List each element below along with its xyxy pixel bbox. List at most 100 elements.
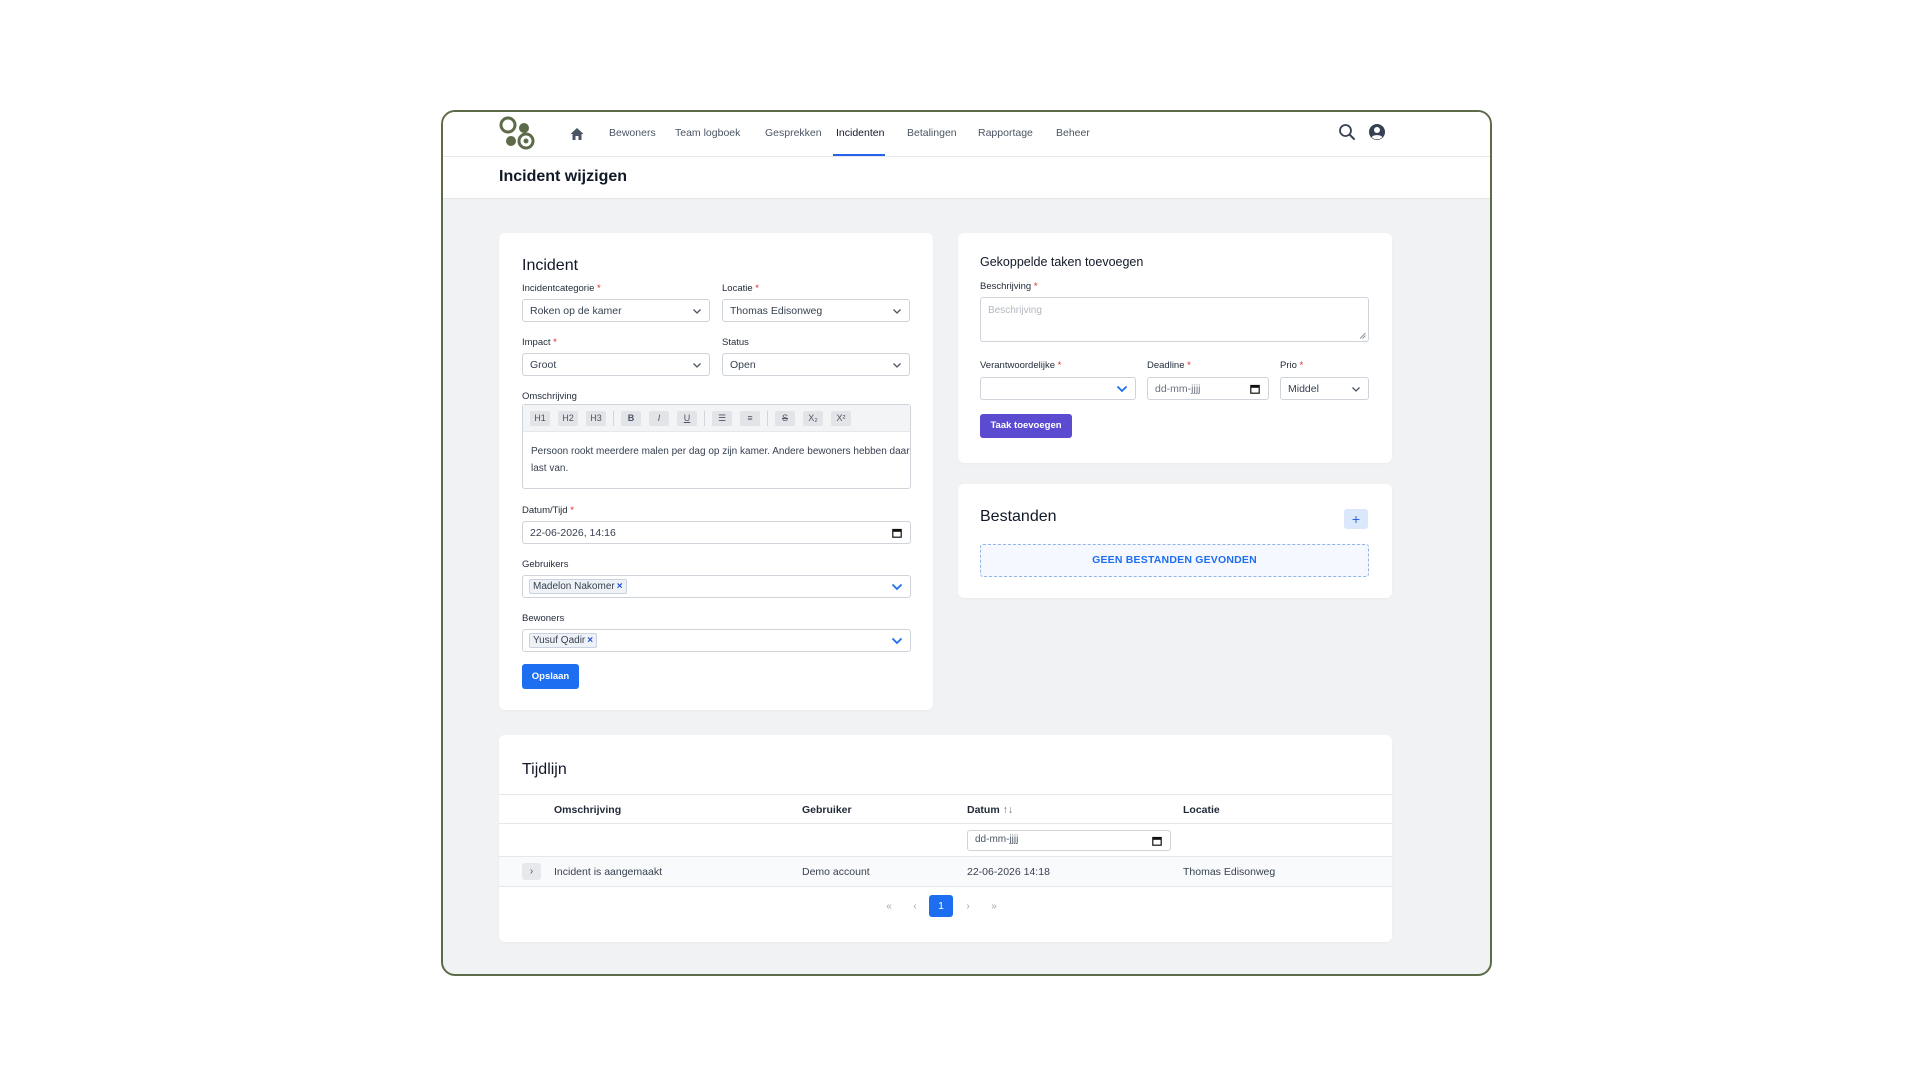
underline-button[interactable]: U (677, 411, 697, 426)
italic-button[interactable]: I (649, 411, 669, 426)
next-page-button[interactable]: › (959, 901, 977, 912)
home-icon[interactable] (569, 126, 585, 142)
row-location: Thomas Edisonweg (1183, 866, 1276, 878)
table-divider (499, 794, 1392, 795)
status-select[interactable]: Open (722, 353, 910, 376)
top-navbar: Bewoners Team logboek Gesprekken Inciden… (443, 112, 1490, 157)
date-filter-input[interactable]: dd-mm-jjjj (967, 830, 1171, 851)
active-tab-indicator (833, 154, 885, 156)
nav-gesprekken[interactable]: Gesprekken (765, 127, 822, 139)
prio-label: Prio * (1280, 360, 1304, 371)
prev-page-button[interactable]: ‹ (906, 901, 924, 912)
status-label: Status (722, 337, 749, 348)
nav-rapportage[interactable]: Rapportage (978, 127, 1033, 139)
app-window: Bewoners Team logboek Gesprekken Inciden… (441, 110, 1492, 976)
users-multiselect[interactable]: Madelon Nakomer × (522, 575, 911, 598)
heading2-button[interactable]: H2 (558, 411, 578, 426)
responsible-select[interactable] (980, 377, 1136, 400)
nav-incidenten[interactable]: Incidenten (836, 127, 884, 139)
calendar-icon[interactable] (1152, 836, 1162, 846)
column-header-user[interactable]: Gebruiker (802, 804, 852, 816)
column-header-date[interactable]: Datum ↑↓ (967, 804, 1013, 816)
description-text[interactable]: Persoon rookt meerdere malen per dag op … (531, 443, 911, 477)
deadline-input[interactable]: dd-mm-jjjj (1147, 377, 1269, 400)
linked-tasks-card: Gekoppelde taken toevoegen Beschrijving … (958, 233, 1392, 463)
impact-label: Impact * (522, 337, 557, 348)
add-task-button[interactable]: Taak toevoegen (980, 414, 1072, 438)
expand-row-button[interactable]: › (522, 863, 541, 880)
resize-handle-icon[interactable] (1359, 332, 1366, 339)
location-label: Locatie * (722, 283, 759, 294)
bold-button[interactable]: B (621, 411, 641, 426)
column-header-description[interactable]: Omschrijving (554, 804, 621, 816)
sort-icon[interactable]: ↑↓ (1003, 804, 1014, 816)
save-button[interactable]: Opslaan (522, 664, 579, 689)
users-label: Gebruikers (522, 559, 569, 570)
search-icon[interactable] (1338, 123, 1356, 141)
logo-icon[interactable] (497, 115, 537, 151)
editor-toolbar: H1 H2 H3 B I U ☰ ≡ S X₂ X² (523, 405, 910, 432)
superscript-button[interactable]: X² (831, 411, 851, 426)
nav-bewoners[interactable]: Bewoners (609, 127, 656, 139)
deadline-label: Deadline * (1147, 360, 1191, 371)
bullet-list-button[interactable]: ☰ (712, 411, 732, 426)
chevron-down-icon (893, 363, 901, 368)
residents-multiselect[interactable]: Yusuf Qadir × (522, 629, 911, 652)
page-title: Incident wijzigen (499, 168, 628, 185)
timeline-title: Tijdlijn (522, 761, 567, 778)
nav-beheer[interactable]: Beheer (1056, 127, 1090, 139)
nav-team-logboek[interactable]: Team logboek (675, 127, 740, 139)
category-label: Incidentcategorie * (522, 283, 601, 294)
ordered-list-button[interactable]: ≡ (740, 411, 760, 426)
row-user: Demo account (802, 866, 870, 878)
heading3-button[interactable]: H3 (586, 411, 606, 426)
table-divider (499, 823, 1392, 824)
last-page-button[interactable]: » (985, 901, 1003, 912)
calendar-icon[interactable] (892, 528, 902, 538)
category-select[interactable]: Roken op de kamer (522, 299, 710, 322)
chevron-down-icon (1352, 387, 1360, 392)
description-editor[interactable]: H1 H2 H3 B I U ☰ ≡ S X₂ X² Persoon rookt… (522, 404, 911, 489)
responsible-label: Verantwoordelijke * (980, 360, 1062, 371)
chevron-down-icon[interactable] (891, 636, 903, 646)
files-card-title: Bestanden (980, 508, 1057, 525)
chevron-down-icon (1116, 385, 1128, 393)
first-page-button[interactable]: « (880, 901, 898, 912)
chevron-down-icon (893, 309, 901, 314)
chevron-down-icon (693, 363, 701, 368)
calendar-icon[interactable] (1250, 384, 1260, 394)
task-description-label: Beschrijving * (980, 281, 1038, 292)
row-description: Incident is aangemaakt (554, 866, 662, 878)
incident-card-title: Incident (522, 257, 579, 274)
impact-select[interactable]: Groot (522, 353, 710, 376)
no-files-message: GEEN BESTANDEN GEVONDEN (980, 544, 1369, 577)
datetime-label: Datum/Tijd * (522, 505, 574, 516)
user-chip: Madelon Nakomer × (529, 579, 627, 594)
tasks-card-title: Gekoppelde taken toevoegen (980, 255, 1144, 269)
description-label: Omschrijving (522, 391, 577, 402)
table-divider (499, 886, 1392, 887)
task-description-textarea[interactable]: Beschrijving (980, 297, 1369, 342)
files-card: Bestanden + GEEN BESTANDEN GEVONDEN (958, 484, 1392, 598)
prio-select[interactable]: Middel (1280, 377, 1369, 400)
page-header: Incident wijzigen (443, 157, 1490, 199)
remove-chip-icon[interactable]: × (617, 581, 623, 592)
datetime-input[interactable]: 22-06-2026, 14:16 (522, 521, 911, 544)
add-file-button[interactable]: + (1344, 509, 1368, 529)
heading1-button[interactable]: H1 (530, 411, 550, 426)
table-row[interactable]: › Incident is aangemaakt Demo account 22… (499, 857, 1392, 886)
strikethrough-button[interactable]: S (775, 411, 795, 426)
row-date: 22-06-2026 14:18 (967, 866, 1050, 878)
column-header-location[interactable]: Locatie (1183, 804, 1220, 816)
resident-chip: Yusuf Qadir × (529, 633, 598, 648)
remove-chip-icon[interactable]: × (587, 635, 593, 646)
chevron-down-icon[interactable] (891, 582, 903, 592)
chevron-down-icon (693, 309, 701, 314)
location-select[interactable]: Thomas Edisonweg (722, 299, 910, 322)
incident-form-card: Incident Incidentcategorie * Roken op de… (499, 233, 933, 710)
timeline-card: Tijdlijn Omschrijving Gebruiker Datum ↑↓… (499, 735, 1392, 942)
user-account-icon[interactable] (1368, 123, 1386, 141)
nav-betalingen[interactable]: Betalingen (907, 127, 957, 139)
page-1-button[interactable]: 1 (929, 895, 953, 917)
subscript-button[interactable]: X₂ (803, 411, 823, 426)
